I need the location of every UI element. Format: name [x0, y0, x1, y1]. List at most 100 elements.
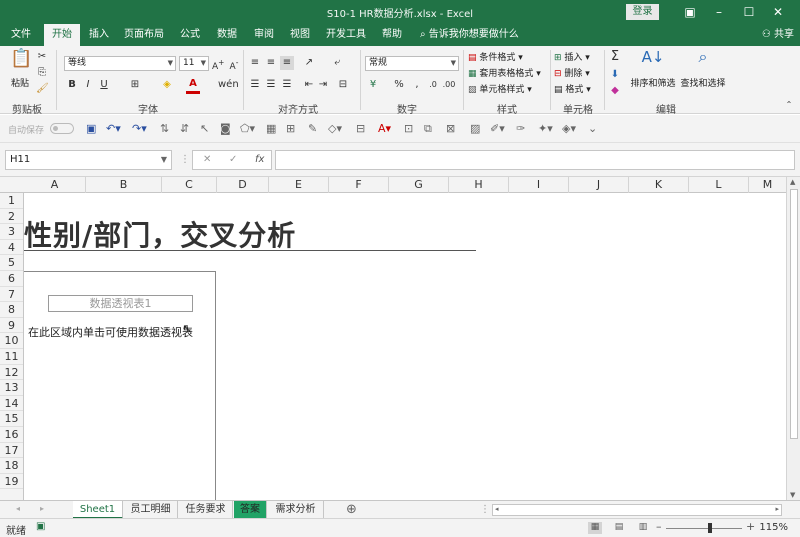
increase-decimal-icon[interactable]: .0: [426, 78, 440, 92]
collapse-ribbon-icon[interactable]: ⌃: [784, 98, 794, 112]
format-icon[interactable]: ⊟: [356, 122, 365, 135]
sheet-tab-employees[interactable]: 员工明细: [124, 501, 178, 519]
redo-icon[interactable]: ↷▾: [132, 122, 147, 135]
cut-icon[interactable]: ✂: [36, 50, 48, 64]
ribbon-display-icon[interactable]: ▣: [678, 2, 702, 22]
vertical-scroll-thumb[interactable]: [790, 189, 798, 439]
row-header[interactable]: 10: [0, 333, 23, 349]
orientation-icon[interactable]: ↗: [302, 56, 316, 70]
column-header-m[interactable]: M: [749, 177, 786, 193]
shapes-icon[interactable]: ⬠▾: [240, 122, 255, 135]
tell-me-search[interactable]: ⌕ 告诉我你想要做什么: [420, 24, 519, 46]
sort-desc-icon[interactable]: ⇵: [180, 122, 189, 135]
bold-button[interactable]: B: [66, 78, 78, 92]
column-header-d[interactable]: D: [217, 177, 269, 193]
align-top-icon[interactable]: ≡: [248, 56, 262, 70]
prev-sheet-icon[interactable]: ◂: [16, 504, 20, 513]
shape-fill-icon[interactable]: ◈▾: [562, 122, 576, 135]
format-painter-icon[interactable]: 🖌: [36, 82, 49, 96]
undo-icon[interactable]: ↶▾: [106, 122, 121, 135]
minimize-icon[interactable]: –: [707, 2, 731, 22]
normal-view-icon[interactable]: ▦: [588, 522, 602, 534]
percent-icon[interactable]: %: [392, 78, 406, 92]
zoom-out-icon[interactable]: –: [656, 520, 662, 533]
column-header-f[interactable]: F: [329, 177, 389, 193]
align-left-icon[interactable]: ☰: [248, 78, 262, 92]
macro-record-icon[interactable]: ▣: [36, 521, 45, 532]
column-header-l[interactable]: L: [689, 177, 749, 193]
column-header-g[interactable]: G: [389, 177, 449, 193]
next-sheet-icon[interactable]: ▸: [40, 504, 44, 513]
cancel-icon[interactable]: ✕: [203, 154, 211, 165]
row-header[interactable]: 6: [0, 271, 23, 287]
scroll-up-icon[interactable]: ▲: [790, 178, 795, 186]
row-header[interactable]: 8: [0, 302, 23, 318]
sheet-tab-answer[interactable]: 答案: [234, 501, 267, 519]
scroll-left-icon[interactable]: ◂: [495, 505, 499, 513]
increase-indent-icon[interactable]: ⇥: [316, 78, 330, 92]
tab-review[interactable]: 审阅: [247, 24, 281, 46]
save-icon[interactable]: ▣: [86, 122, 96, 135]
drag-handle-icon[interactable]: ⋮: [180, 153, 190, 167]
table-icon[interactable]: ▦: [266, 122, 276, 135]
fill-icon[interactable]: ⬇: [608, 68, 622, 82]
tab-insert[interactable]: 插入: [82, 24, 116, 46]
camera-icon[interactable]: ◙: [220, 122, 231, 135]
row-header[interactable]: 3: [0, 224, 23, 240]
currency-icon[interactable]: ¥: [366, 78, 380, 92]
row-header[interactable]: 17: [0, 443, 23, 459]
row-header[interactable]: 13: [0, 380, 23, 396]
paste-icon[interactable]: 📋: [10, 50, 32, 68]
decrease-decimal-icon[interactable]: .00: [442, 78, 456, 92]
vertical-scrollbar[interactable]: ▲ ▼: [786, 177, 800, 500]
row-header[interactable]: 16: [0, 427, 23, 443]
tab-data[interactable]: 数据: [210, 24, 244, 46]
sheet-tab-sheet1[interactable]: Sheet1: [73, 501, 123, 519]
customize-qat-icon[interactable]: ⌄: [588, 122, 597, 135]
row-header[interactable]: 5: [0, 255, 23, 271]
eraser-icon[interactable]: ✎: [308, 122, 317, 135]
autosave-toggle[interactable]: [50, 123, 74, 134]
tab-developer[interactable]: 开发工具: [322, 24, 370, 46]
page-break-view-icon[interactable]: ▥: [636, 522, 650, 534]
close-icon[interactable]: ✕: [766, 2, 790, 22]
column-header-h[interactable]: H: [449, 177, 509, 193]
align-middle-icon[interactable]: ≡: [264, 56, 278, 70]
frame-icon[interactable]: ⊠: [446, 122, 455, 135]
tab-help[interactable]: 帮助: [376, 24, 408, 46]
font-color-icon[interactable]: A: [186, 77, 200, 94]
phonetic-icon[interactable]: wén: [218, 78, 239, 92]
tab-file[interactable]: 文件: [4, 24, 38, 46]
grid-icon[interactable]: ⊞: [286, 122, 295, 135]
column-header-i[interactable]: I: [509, 177, 569, 193]
clear-icon[interactable]: ◆: [608, 84, 622, 98]
number-format-select[interactable]: 常规 ▼: [365, 56, 459, 71]
tab-view[interactable]: 视图: [283, 24, 317, 46]
format-as-table-button[interactable]: ▦ 套用表格格式 ▾: [468, 68, 541, 80]
font-color-icon[interactable]: A▾: [378, 122, 391, 135]
tab-splitter-icon[interactable]: ⋮: [480, 504, 490, 515]
autosum-icon[interactable]: Σ: [608, 50, 622, 64]
horizontal-scrollbar[interactable]: ◂ ▸: [492, 504, 782, 516]
pivot-table-hint[interactable]: 在此区域内单击可使用数据透视表: [28, 324, 193, 340]
row-header[interactable]: 11: [0, 349, 23, 365]
insert-cells-button[interactable]: ⊞ 插入 ▾: [554, 52, 590, 64]
row-header[interactable]: 7: [0, 287, 23, 303]
cell-styles-button[interactable]: ▧ 单元格样式 ▾: [468, 84, 532, 96]
paint-icon[interactable]: ◇▾: [328, 122, 342, 135]
row-header[interactable]: 12: [0, 365, 23, 381]
column-header-j[interactable]: J: [569, 177, 629, 193]
pen-icon[interactable]: ✑: [516, 122, 525, 135]
sort-filter-button[interactable]: 排序和筛选: [628, 76, 678, 89]
maximize-icon[interactable]: ☐: [737, 2, 761, 22]
enter-icon[interactable]: ✓: [229, 154, 237, 165]
font-name-select[interactable]: 等线 ▼: [64, 56, 176, 71]
sort-filter-icon[interactable]: A↓: [640, 50, 666, 65]
page-layout-view-icon[interactable]: ▤: [612, 522, 626, 534]
decrease-indent-icon[interactable]: ⇤: [302, 78, 316, 92]
find-select-icon[interactable]: ⌕: [690, 49, 716, 65]
row-header[interactable]: 1: [0, 193, 23, 209]
image-icon[interactable]: ▨: [470, 122, 480, 135]
insert-function-icon[interactable]: fx: [255, 154, 264, 165]
highlight-icon[interactable]: ✦▾: [538, 122, 553, 135]
